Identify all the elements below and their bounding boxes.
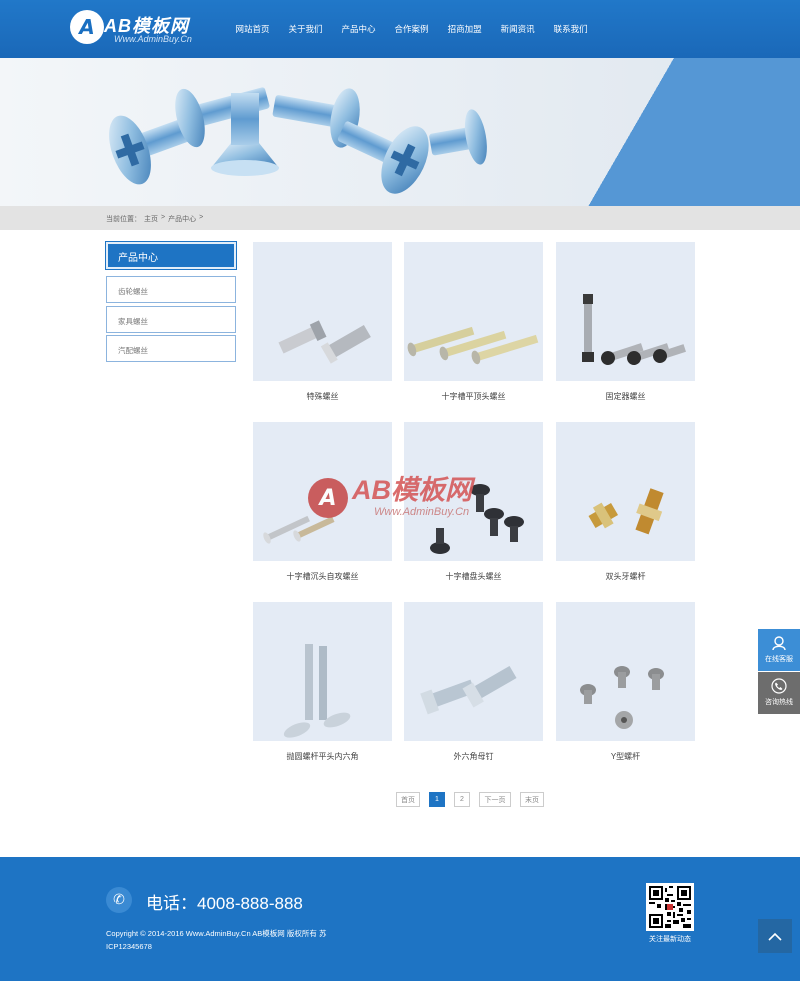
product-image[interactable] (556, 602, 695, 741)
nav-item-contact[interactable]: 联系我们 (544, 23, 597, 35)
product-card[interactable]: 特殊螺丝 (253, 242, 392, 402)
product-image[interactable] (556, 422, 695, 561)
black-bolts-icon (582, 294, 686, 365)
watermark-icon: A (308, 478, 348, 518)
banner-screws-image (109, 87, 487, 194)
product-card[interactable]: 十字槽平顶头螺丝 (404, 242, 543, 402)
logo-icon: A (70, 10, 104, 44)
breadcrumb-prefix: 当前位置： (106, 216, 141, 223)
headset-icon (772, 636, 786, 651)
product-image[interactable] (404, 602, 543, 741)
nav-item-join[interactable]: 招商加盟 (438, 23, 491, 35)
nav-item-cases[interactable]: 合作案例 (385, 23, 438, 35)
product-name[interactable]: Y型螺杆 (556, 751, 695, 762)
hero-banner (0, 58, 800, 206)
product-card[interactable]: 双头牙螺杆 (556, 422, 695, 582)
sidebar-item-furniture-screws[interactable]: 家具螺丝 (106, 306, 236, 333)
product-image[interactable] (253, 242, 392, 381)
product-card[interactable]: 固定器螺丝 (556, 242, 695, 402)
watermark-name: AB模板网 (352, 475, 472, 505)
watermark-logo: A AB模板网 Www.AdminBuy.Cn (308, 468, 508, 538)
site-footer: ✆ 电话：4008-888-888 Copyright © 2014-2016 … (0, 857, 800, 981)
footer-phone-icon: ✆ (106, 887, 132, 913)
breadcrumb-separator: > (161, 214, 166, 221)
hex-socket-bolts-icon (283, 644, 351, 738)
nav-item-news[interactable]: 新闻资讯 (491, 23, 544, 35)
main-nav: 网站首页 关于我们 产品中心 合作案例 招商加盟 新闻资讯 联系我们 (226, 0, 597, 58)
breadcrumb-home[interactable]: 主页 (144, 214, 158, 224)
product-name[interactable]: 十字槽沉头自攻螺丝 (253, 571, 392, 582)
sidebar-item-gear-screws[interactable]: 齿轮螺丝 (106, 276, 236, 303)
site-logo[interactable]: A AB模板网 Www.AdminBuy.Cn (70, 10, 210, 48)
logo-subtitle: Www.AdminBuy.Cn (114, 34, 192, 44)
page-1-button[interactable]: 1 (429, 792, 445, 807)
long-screws-icon (407, 326, 539, 365)
online-service-label: 在线客服 (765, 656, 793, 663)
product-card[interactable]: 抛圆螺杆平头内六角 (253, 602, 392, 762)
nav-item-products[interactable]: 产品中心 (332, 23, 385, 35)
sidebar-title: 产品中心 (105, 241, 237, 270)
product-image[interactable] (253, 602, 392, 741)
page-first-button[interactable]: 首页 (396, 792, 420, 807)
page-next-button[interactable]: 下一页 (479, 792, 511, 807)
watermark-subtitle: Www.AdminBuy.Cn (374, 506, 470, 518)
product-name[interactable]: 十字槽盘头螺丝 (404, 571, 543, 582)
banner-accent-shape (560, 58, 800, 206)
product-name[interactable]: 特殊螺丝 (253, 391, 392, 402)
back-to-top-button[interactable] (758, 919, 792, 953)
product-name[interactable]: 外六角母钉 (404, 751, 543, 762)
nav-item-about[interactable]: 关于我们 (279, 23, 332, 35)
qr-code-image (646, 883, 694, 931)
product-name[interactable]: 双头牙螺杆 (556, 571, 695, 582)
screw-pair-icon (278, 320, 371, 364)
product-name[interactable]: 十字槽平顶头螺丝 (404, 391, 543, 402)
breadcrumb-separator: > (199, 214, 204, 221)
chevron-up-icon (768, 932, 782, 941)
breadcrumb: 当前位置： 主页 > 产品中心 > (106, 214, 203, 224)
hotline-button[interactable]: 咨询热线 (758, 672, 800, 714)
product-card[interactable]: 外六角母钉 (404, 602, 543, 762)
product-card[interactable]: Y型螺杆 (556, 602, 695, 762)
product-image[interactable] (556, 242, 695, 381)
online-service-button[interactable]: 在线客服 (758, 629, 800, 671)
nav-item-home[interactable]: 网站首页 (226, 23, 279, 35)
sidebar-item-auto-screws[interactable]: 汽配螺丝 (106, 335, 236, 362)
hex-head-bolts-icon (420, 665, 517, 715)
qr-caption: 关注最新动态 (649, 936, 691, 943)
breadcrumb-current[interactable]: 产品中心 (168, 214, 196, 224)
footer-phone: 电话：4008-888-888 (146, 894, 303, 913)
product-name[interactable]: 固定器螺丝 (556, 391, 695, 402)
stud-bolts-icon (588, 488, 664, 535)
hotline-label: 咨询热线 (765, 699, 793, 706)
y-bolts-icon (580, 666, 664, 729)
product-image[interactable] (404, 242, 543, 381)
footer-copyright: Copyright © 2014-2016 Www.AdminBuy.Cn AB… (106, 929, 327, 951)
qr-code-icon (649, 886, 691, 928)
phone-icon (771, 678, 787, 694)
page-last-button[interactable]: 末页 (520, 792, 544, 807)
pagination: 首页 1 2 下一页 末页 (396, 792, 544, 807)
breadcrumb-bar: 当前位置： 主页 > 产品中心 > (0, 206, 800, 230)
site-header: A AB模板网 Www.AdminBuy.Cn 网站首页 关于我们 产品中心 合… (0, 0, 800, 58)
page-2-button[interactable]: 2 (454, 792, 470, 807)
product-name[interactable]: 抛圆螺杆平头内六角 (253, 751, 392, 762)
